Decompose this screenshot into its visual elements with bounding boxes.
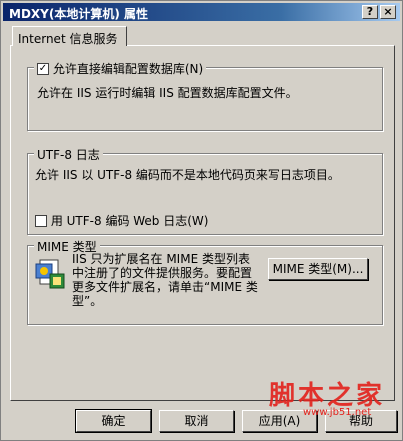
watermark-url: www.jb51.net xyxy=(303,407,372,418)
mime-description-line: IIS 只为扩展名在 MIME 类型列表 xyxy=(72,252,250,266)
window-title: MDXY(本地计算机) 属性 xyxy=(9,7,148,21)
edit-config-group: ✓ 允许直接编辑配置数据库(N) 允许在 IIS 运行时编辑 IIS 配置数据库… xyxy=(27,60,383,131)
utf8-log-legend: UTF-8 日志 xyxy=(34,146,103,163)
utf8-log-checkbox[interactable] xyxy=(35,214,47,227)
mime-group: MIME 类型 IIS 只为扩展名在 MIME 类型列表 中注册了的文件提供服务… xyxy=(27,238,383,325)
mime-description-line: 型”。 xyxy=(72,294,103,308)
utf8-log-description: 允许 IIS 以 UTF-8 编码而不是本地代码页来写日志项目。 xyxy=(35,168,340,182)
edit-config-checkbox[interactable]: ✓ xyxy=(37,62,49,75)
mime-types-icon xyxy=(34,258,66,290)
utf8-log-group: UTF-8 日志 允许 IIS 以 UTF-8 编码而不是本地代码页来写日志项目… xyxy=(27,146,383,235)
edit-config-description: 允许在 IIS 运行时编辑 IIS 配置数据库配置文件。 xyxy=(37,86,298,100)
properties-dialog: MDXY(本地计算机) 属性 ? × Internet 信息服务 ✓ 允许直接编… xyxy=(0,0,403,441)
mime-description: IIS 只为扩展名在 MIME 类型列表 中注册了的文件提供服务。要配置 更多文… xyxy=(72,252,258,308)
edit-config-checkbox-label: 允许直接编辑配置数据库(N) xyxy=(52,62,204,76)
tab-label: Internet 信息服务 xyxy=(18,32,118,46)
help-title-button[interactable]: ? xyxy=(362,5,378,19)
edit-config-checkbox-row[interactable]: ✓ 允许直接编辑配置数据库(N) xyxy=(34,60,207,77)
ok-button[interactable]: 确定 xyxy=(75,409,152,433)
utf8-log-checkbox-row[interactable]: 用 UTF-8 编码 Web 日志(W) xyxy=(35,212,208,229)
tab-internet-info-services[interactable]: Internet 信息服务 xyxy=(12,26,127,46)
close-title-button[interactable]: × xyxy=(380,5,396,19)
utf8-log-checkbox-label: 用 UTF-8 编码 Web 日志(W) xyxy=(50,214,209,228)
mime-description-line: 中注册了的文件提供服务。要配置 xyxy=(72,266,253,280)
title-bar[interactable]: MDXY(本地计算机) 属性 ? × xyxy=(3,3,400,21)
cancel-button[interactable]: 取消 xyxy=(159,410,234,432)
mime-types-button[interactable]: MIME 类型(M)... xyxy=(268,258,368,280)
mime-description-line: 更多文件扩展名，请单击“MIME 类 xyxy=(72,280,258,294)
